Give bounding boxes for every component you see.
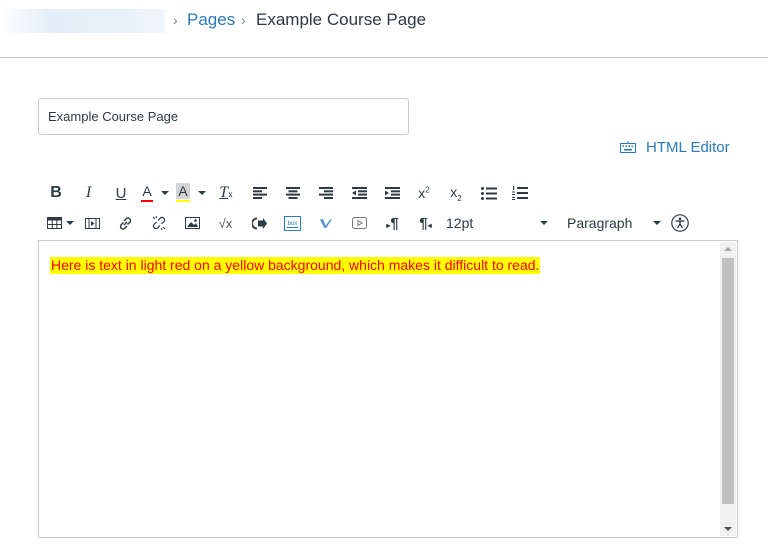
align-left-button[interactable] <box>243 180 276 206</box>
chevron-down-icon <box>66 221 74 225</box>
table-icon <box>47 217 62 229</box>
chevron-down-icon <box>198 191 206 195</box>
accessibility-icon <box>671 214 689 232</box>
indent-button[interactable] <box>376 180 408 206</box>
svg-text:box: box <box>288 221 298 227</box>
align-left-icon <box>252 187 267 199</box>
video-icon <box>351 217 367 229</box>
numbered-list-button[interactable] <box>505 180 535 206</box>
breadcrumb-separator: › <box>241 12 246 28</box>
lti-tool-button[interactable] <box>242 210 276 236</box>
background-color-icon: A <box>176 183 190 202</box>
background-color-button[interactable]: A <box>173 180 209 206</box>
scroll-down-arrow-icon[interactable] <box>724 527 732 531</box>
editor-toolbar-row-1: B I U A A Tx x2 x2 <box>40 180 535 206</box>
link-icon <box>119 216 132 230</box>
scrollbar-thumb[interactable] <box>722 258 734 504</box>
numbered-list-icon <box>512 186 528 200</box>
image-icon <box>184 217 200 229</box>
italic-icon: I <box>85 184 92 201</box>
chevron-down-icon <box>161 191 169 195</box>
box-icon: box <box>284 215 301 231</box>
accessibility-checker-button[interactable] <box>665 210 695 236</box>
keyboard-icon <box>620 141 636 153</box>
align-right-icon <box>319 187 333 199</box>
equation-button[interactable]: √x <box>209 210 242 236</box>
embed-media-button[interactable] <box>76 210 109 236</box>
vimeo-icon <box>320 218 332 228</box>
scroll-up-arrow-icon[interactable] <box>724 247 732 251</box>
block-format-value: Paragraph <box>567 215 633 231</box>
html-editor-label: HTML Editor <box>646 138 730 156</box>
breadcrumb-separator: › <box>173 12 178 28</box>
underline-button[interactable]: U <box>105 180 137 206</box>
link-button[interactable] <box>109 210 142 236</box>
square-root-icon: √x <box>218 215 233 231</box>
blurred-course-name[interactable] <box>0 9 165 33</box>
unlink-button[interactable] <box>142 210 175 236</box>
editor-toolbar-row-2: √x box ▸¶ ¶◂ 12pt Paragraph <box>40 210 695 236</box>
outdent-button[interactable] <box>343 180 376 206</box>
editor-scrollbar[interactable] <box>720 242 736 536</box>
right-to-left-icon: ¶◂ <box>419 214 432 232</box>
table-button[interactable] <box>40 210 76 236</box>
editor-content-text[interactable]: Here is text in light red on a yellow ba… <box>50 257 541 274</box>
rtl-direction-button[interactable]: ¶◂ <box>409 210 442 236</box>
html-editor-link[interactable]: HTML Editor <box>620 137 730 157</box>
bold-button[interactable]: B <box>40 180 72 206</box>
font-size-value: 12pt <box>446 215 474 231</box>
bullet-list-icon <box>480 186 497 200</box>
align-center-icon <box>285 187 300 199</box>
indent-icon <box>384 187 400 199</box>
unlink-icon <box>152 215 165 231</box>
superscript-button[interactable]: x2 <box>408 180 440 206</box>
align-right-button[interactable] <box>309 180 343 206</box>
page-title-input[interactable] <box>38 98 409 135</box>
subscript-icon: x2 <box>450 183 462 203</box>
external-tool-icon <box>251 217 267 229</box>
vimeo-button[interactable] <box>309 210 342 236</box>
underline-icon: U <box>115 184 127 202</box>
block-format-select[interactable]: Paragraph <box>552 210 665 236</box>
image-button[interactable] <box>175 210 209 236</box>
bullet-list-button[interactable] <box>472 180 505 206</box>
italic-button[interactable]: I <box>72 180 105 206</box>
breadcrumb-pages-link[interactable]: Pages <box>187 10 235 30</box>
clear-formatting-icon: Tx <box>219 184 233 201</box>
align-center-button[interactable] <box>276 180 309 206</box>
breadcrumb-current-page: Example Course Page <box>256 10 427 29</box>
text-color-icon: A <box>141 184 153 202</box>
subscript-button[interactable]: x2 <box>440 180 472 206</box>
youtube-button[interactable] <box>342 210 376 236</box>
text-color-button[interactable]: A <box>137 180 173 206</box>
breadcrumb: › Pages › Example Course Page <box>0 0 768 58</box>
rich-content-editor[interactable]: Here is text in light red on a yellow ba… <box>38 240 738 538</box>
font-size-select[interactable]: 12pt <box>442 210 552 236</box>
chevron-down-icon <box>540 221 548 225</box>
outdent-icon <box>352 187 367 199</box>
chevron-down-icon <box>653 221 661 225</box>
superscript-icon: x2 <box>418 185 430 201</box>
bold-icon: B <box>50 184 62 201</box>
left-to-right-icon: ▸¶ <box>386 214 399 232</box>
clear-formatting-button[interactable]: Tx <box>209 180 243 206</box>
ltr-direction-button[interactable]: ▸¶ <box>376 210 409 236</box>
media-icon <box>85 217 100 229</box>
box-button[interactable]: box <box>276 210 309 236</box>
